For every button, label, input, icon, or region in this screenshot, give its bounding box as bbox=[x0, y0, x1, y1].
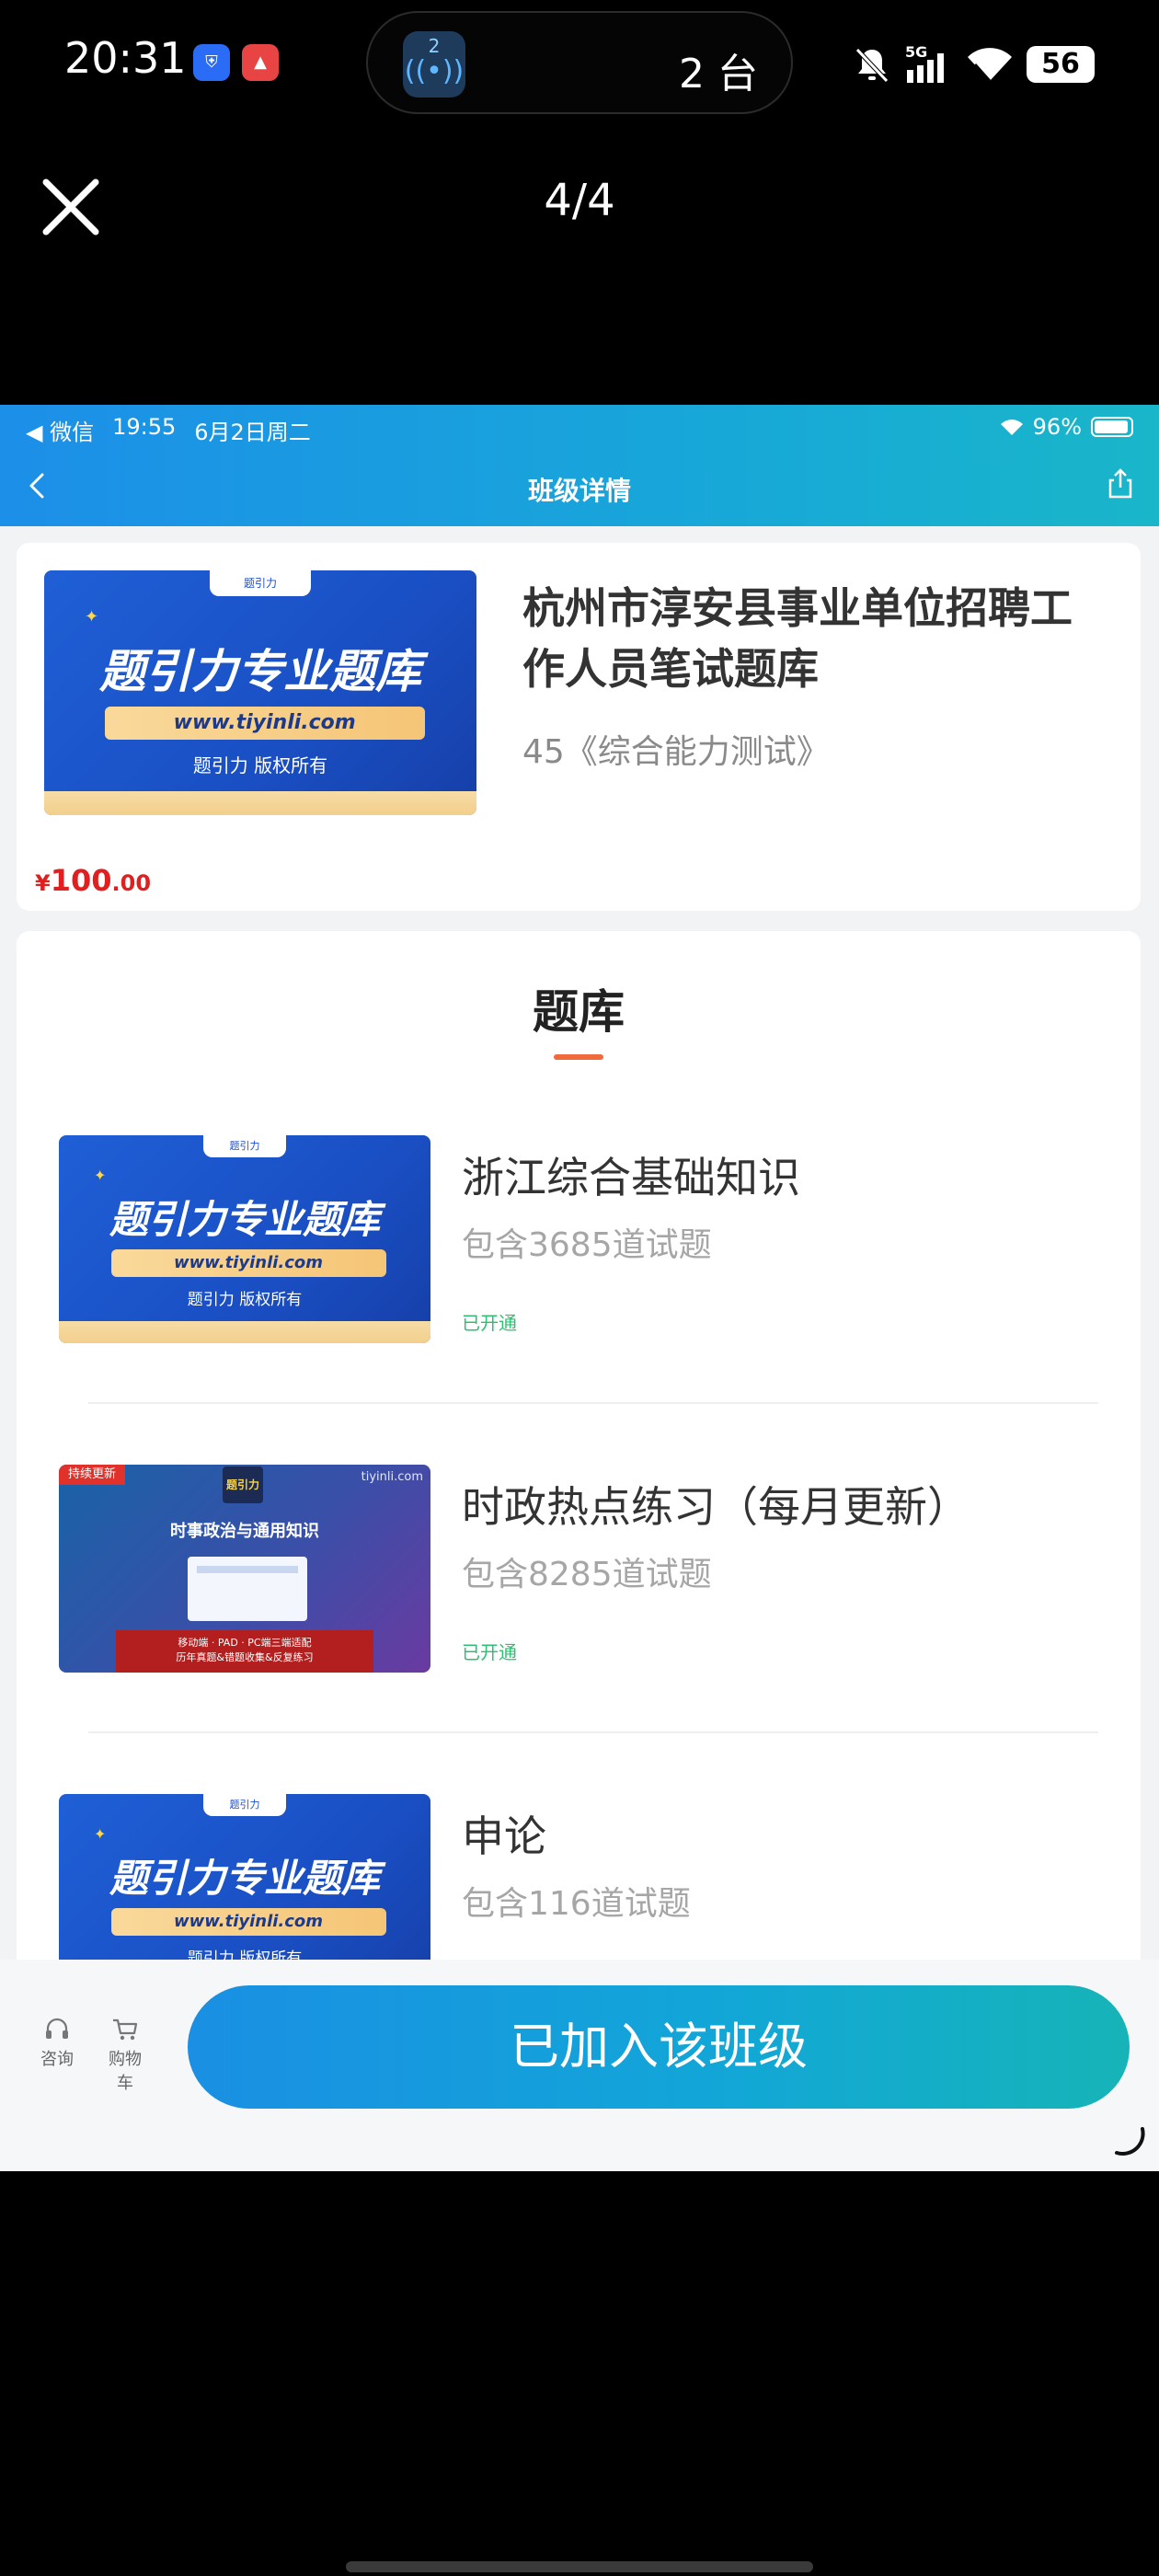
thumbnail-brand: 题引力 bbox=[203, 1135, 286, 1157]
wifi-icon bbox=[1000, 420, 1023, 435]
course-price: ¥100.00 bbox=[35, 863, 151, 898]
cart-button[interactable]: 购物车 bbox=[105, 2017, 145, 2094]
screenshot-image: ◀ 微信 19:55 6月2日周二 96% 班级详情 题引力 ✦ 题引力专业题库… bbox=[0, 405, 1159, 2171]
system-status-bar: 20:31 ⛨ ▲ 2 ((•)) 2 台 5G 56 bbox=[0, 0, 1159, 125]
question-bank-item[interactable]: 持续更新 题引力 tiyinli.com 时事政治与通用知识 移动端 · PAD… bbox=[59, 1465, 1098, 1741]
thumbnail-copyright: 题引力 版权所有 bbox=[187, 1291, 303, 1309]
course-thumbnail: 题引力 ✦ 题引力专业题库 www.tiyinli.com 题引力 版权所有 bbox=[44, 570, 476, 815]
update-tag: 持续更新 bbox=[59, 1465, 126, 1485]
back-to-app-link: ◀ 微信 bbox=[26, 420, 95, 445]
system-time: 20:31 bbox=[64, 33, 187, 83]
thumbnail-headline: 题引力专业题库 bbox=[109, 1197, 380, 1242]
thumbnail-url: www.tiyinli.com bbox=[110, 1249, 386, 1277]
headset-icon bbox=[46, 2018, 68, 2039]
star-icon: ✦ bbox=[94, 1167, 107, 1184]
ios-date: 6月2日周二 bbox=[194, 420, 311, 445]
joined-class-button[interactable]: 已加入该班级 bbox=[188, 1985, 1130, 2109]
item-name: 申论 bbox=[462, 1811, 546, 1861]
thumbnail-brand: 题引力 bbox=[203, 1794, 286, 1816]
shield-app-icon: ⛨ bbox=[193, 44, 230, 81]
cast-device-count: 2 台 bbox=[679, 51, 758, 98]
cast-indicator[interactable]: 2 ((•)) 2 台 bbox=[366, 11, 793, 114]
course-card: 题引力 ✦ 题引力专业题库 www.tiyinli.com 题引力 版权所有 杭… bbox=[17, 543, 1141, 911]
thumbnail-headline: 题引力专业题库 bbox=[99, 645, 421, 698]
loading-spinner-icon bbox=[1115, 2127, 1145, 2156]
item-thumbnail: 题引力 ✦ 题引力专业题库 www.tiyinli.com 题引力 版权所有 bbox=[59, 1135, 430, 1343]
thumbnail-headline: 题引力专业题库 bbox=[109, 1856, 380, 1901]
banner-line: 移动端 · PAD · PC端三端适配 bbox=[178, 1637, 312, 1649]
item-count: 包含3685道试题 bbox=[462, 1226, 712, 1264]
thumbnail-footer bbox=[44, 791, 476, 815]
question-bank-item[interactable]: 题引力 ✦ 题引力专业题库 www.tiyinli.com 题引力 版权所有 浙… bbox=[59, 1135, 1098, 1411]
price-currency: ¥ bbox=[35, 870, 51, 896]
thumbnail-copyright: 题引力 版权所有 bbox=[192, 754, 328, 776]
heading-underline bbox=[554, 1054, 603, 1060]
thumbnail-site: tiyinli.com bbox=[361, 1470, 423, 1484]
course-title: 杭州市淳安县事业单位招聘工作人员笔试题库 bbox=[522, 583, 1073, 694]
signal-5g-icon: 5G bbox=[905, 43, 944, 83]
banner-line: 历年真题&错题收集&反复练习 bbox=[176, 1651, 314, 1663]
battery-icon bbox=[1091, 417, 1133, 437]
item-status: 已开通 bbox=[462, 1641, 517, 1663]
share-icon[interactable] bbox=[1102, 466, 1139, 502]
section-heading: 题库 bbox=[533, 985, 625, 1039]
broadcast-icon: ((•)) bbox=[404, 55, 465, 87]
ios-time: 19:55 bbox=[112, 414, 177, 440]
thumbnail-banner: 移动端 · PAD · PC端三端适配 历年真题&错题收集&反复练习 bbox=[116, 1630, 373, 1673]
thumbnail-footer bbox=[59, 1321, 430, 1343]
ios-status-right: 96% bbox=[1000, 414, 1133, 440]
thumbnail-url: www.tiyinli.com bbox=[104, 707, 425, 740]
star-icon: ✦ bbox=[94, 1825, 107, 1843]
item-status: 已开通 bbox=[462, 1312, 517, 1334]
battery-indicator: 56 bbox=[1027, 46, 1095, 83]
cart-icon bbox=[113, 2018, 138, 2041]
consult-button[interactable]: 咨询 bbox=[37, 2017, 77, 2094]
item-count: 包含8285道试题 bbox=[462, 1556, 712, 1593]
cast-number: 2 bbox=[428, 35, 441, 57]
item-thumbnail: 持续更新 题引力 tiyinli.com 时事政治与通用知识 移动端 · PAD… bbox=[59, 1465, 430, 1673]
divider bbox=[88, 1731, 1098, 1733]
page-title: 班级详情 bbox=[527, 476, 631, 506]
divider bbox=[88, 1402, 1098, 1404]
cart-label: 购物车 bbox=[109, 2050, 142, 2093]
ios-status-left: ◀ 微信 19:55 6月2日周二 bbox=[26, 414, 311, 446]
wifi-icon bbox=[968, 48, 1012, 82]
mute-bell-icon bbox=[855, 48, 889, 83]
image-counter: 4/4 bbox=[544, 175, 615, 226]
consult-label: 咨询 bbox=[40, 2050, 74, 2069]
item-name: 时政热点练习（每月更新） bbox=[462, 1482, 970, 1532]
app-header: ◀ 微信 19:55 6月2日周二 96% 班级详情 bbox=[0, 405, 1159, 526]
course-subtitle: 45《综合能力测试》 bbox=[522, 733, 830, 771]
home-indicator[interactable] bbox=[346, 2561, 813, 2572]
item-count: 包含116道试题 bbox=[462, 1885, 691, 1923]
ios-battery-percent: 96% bbox=[1032, 414, 1082, 440]
action-icons: 咨询 购物车 bbox=[37, 2017, 145, 2094]
device-screens-illustration bbox=[188, 1557, 307, 1621]
item-name: 浙江综合基础知识 bbox=[462, 1153, 800, 1202]
price-integer: 100 bbox=[50, 863, 112, 898]
thumbnail-brand: 题引力 bbox=[210, 570, 311, 596]
cast-icon: 2 ((•)) bbox=[403, 31, 465, 98]
alert-app-icon: ▲ bbox=[242, 44, 279, 81]
thumbnail-url: www.tiyinli.com bbox=[110, 1908, 386, 1936]
bottom-action-bar: 咨询 购物车 已加入该班级 bbox=[0, 1960, 1159, 2171]
price-decimal: .00 bbox=[111, 870, 152, 896]
svg-text:5G: 5G bbox=[905, 43, 927, 61]
star-icon: ✦ bbox=[85, 607, 99, 627]
thumbnail-logo: 题引力 bbox=[223, 1466, 263, 1503]
thumbnail-heading: 时事政治与通用知识 bbox=[170, 1522, 319, 1541]
system-indicators: 5G 56 bbox=[852, 37, 1095, 92]
